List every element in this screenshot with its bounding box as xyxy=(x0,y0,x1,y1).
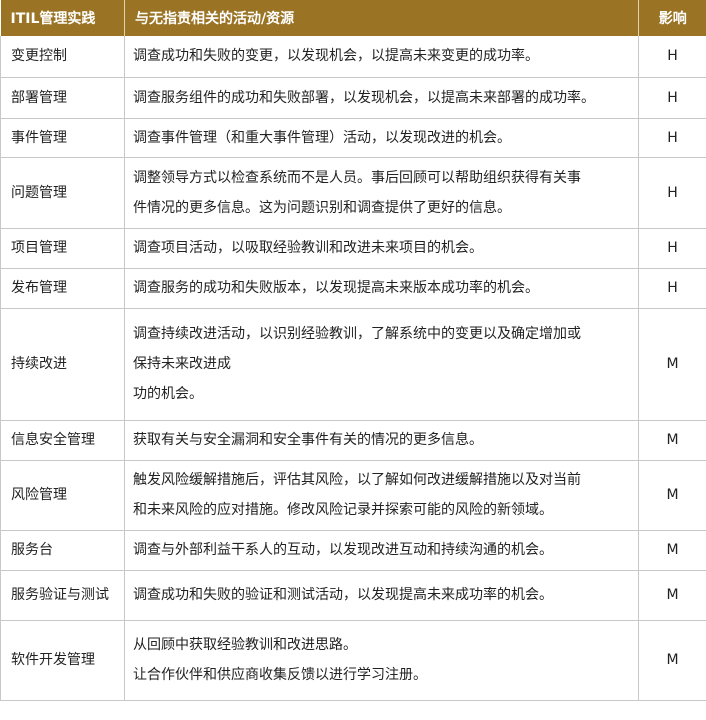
description-line: 调查服务的成功和失败版本，以发现提高未来版本成功率的机会。 xyxy=(133,280,539,296)
description-line: 触发风险缓解措施后，评估其风险，以了解如何改进缓解措施以及对当前 xyxy=(133,472,581,488)
practice-cell: 服务验证与测试 xyxy=(0,570,125,621)
description-cell: 调查成功和失败的验证和测试活动，以发现提高未来成功率的机会。 xyxy=(124,570,639,621)
table-body: 变更控制 调查成功和失败的变更，以发现机会，以提高未来变更的成功率。 H 部署管理 调查… xyxy=(0,36,706,701)
header-impact: 影响 xyxy=(638,0,706,36)
practice-cell: 部署管理 xyxy=(0,77,125,119)
impact-cell: H xyxy=(638,36,706,78)
impact-cell: H xyxy=(638,268,706,309)
practice-cell: 风险管理 xyxy=(0,460,125,531)
table-row: 持续改进 调查持续改进活动，以识别经验教训，了解系统中的变更以及确定增加或 保持未来… xyxy=(0,308,706,421)
table-row: 软件开发管理 从回顾中获取经验教训和改进思路。让合作伙伴和供应商收集反馈以进行学习… xyxy=(0,620,706,701)
impact-cell: M xyxy=(638,420,706,461)
table-row: 项目管理 调查项目活动，以吸取经验教训和改进未来项目的机会。 H xyxy=(0,228,706,269)
impact-cell: H xyxy=(638,77,706,119)
description-cell: 获取有关与安全漏洞和安全事件有关的情况的更多信息。 xyxy=(124,420,639,461)
description-line: 调查服务组件的成功和失败部署，以发现机会，以提高未来部署的成功率。 xyxy=(133,89,595,106)
description-cell: 调整领导方式以检查系统而不是人员。事后回顾可以帮助组织获得有关事 件情况的更多信息… xyxy=(124,157,639,229)
description-line: 从回顾中获取经验教训和改进思路。 xyxy=(133,637,357,653)
description-cell: 调查服务的成功和失败版本，以发现提高未来版本成功率的机会。 xyxy=(124,268,639,309)
practice-cell: 项目管理 xyxy=(0,228,125,269)
description-cell: 调查与外部利益干系人的互动，以发现改进互动和持续沟通的机会。 xyxy=(124,530,639,571)
description-line: 让合作伙伴和供应商收集反馈以进行学习注册。 xyxy=(133,667,427,683)
table-row: 服务验证与测试 调查成功和失败的验证和测试活动，以发现提高未来成功率的机会。 M xyxy=(0,570,706,621)
table-row: 服务台 调查与外部利益干系人的互动，以发现改进互动和持续沟通的机会。 M xyxy=(0,530,706,571)
practice-cell: 问题管理 xyxy=(0,157,125,229)
table-row: 信息安全管理 获取有关与安全漏洞和安全事件有关的情况的更多信息。 M xyxy=(0,420,706,461)
description-line: 调整领导方式以检查系统而不是人员。事后回顾可以帮助组织获得有关事 xyxy=(133,169,581,186)
description-cell: 调查事件管理（和重大事件管理）活动，以发现改进的机会。 xyxy=(124,118,639,158)
practice-cell: 变更控制 xyxy=(0,36,125,78)
description-cell: 从回顾中获取经验教训和改进思路。让合作伙伴和供应商收集反馈以进行学习注册。 xyxy=(124,620,639,701)
description-cell: 调查项目活动，以吸取经验教训和改进未来项目的机会。 xyxy=(124,228,639,269)
impact-cell: M xyxy=(638,620,706,701)
description-line: 调查成功和失败的验证和测试活动，以发现提高未来成功率的机会。 xyxy=(133,587,553,603)
description-line: 获取有关与安全漏洞和安全事件有关的情况的更多信息。 xyxy=(133,432,483,448)
header-activities: 与无指责相关的活动/资源 xyxy=(124,0,639,36)
description-line: 调查事件管理（和重大事件管理）活动，以发现改进的机会。 xyxy=(133,129,511,146)
description-line: 调查项目活动，以吸取经验教训和改进未来项目的机会。 xyxy=(133,240,483,256)
description-line: 和未来风险的应对措施。修改风险记录并探索可能的风险的新领域。 xyxy=(133,502,553,518)
description-line: 调查与外部利益干系人的互动，以发现改进互动和持续沟通的机会。 xyxy=(133,542,553,558)
impact-cell: M xyxy=(638,570,706,621)
practice-cell: 服务台 xyxy=(0,530,125,571)
table-row: 问题管理 调整领导方式以检查系统而不是人员。事后回顾可以帮助组织获得有关事 件情况的… xyxy=(0,157,706,229)
practice-cell: 事件管理 xyxy=(0,118,125,158)
table-row: 风险管理 触发风险缓解措施后，评估其风险，以了解如何改进缓解措施以及对当前 和未来风… xyxy=(0,460,706,531)
practice-cell: 信息安全管理 xyxy=(0,420,125,461)
description-cell: 调查成功和失败的变更，以发现机会，以提高未来变更的成功率。 xyxy=(124,36,639,78)
description-cell: 调查服务组件的成功和失败部署，以发现机会，以提高未来部署的成功率。 xyxy=(124,77,639,119)
description-cell: 调查持续改进活动，以识别经验教训，了解系统中的变更以及确定增加或 保持未来改进成功… xyxy=(124,308,639,421)
practice-cell: 软件开发管理 xyxy=(0,620,125,701)
description-line: 调查持续改进活动，以识别经验教训，了解系统中的变更以及确定增加或 xyxy=(133,326,581,342)
description-line: 功的机会。 xyxy=(133,386,203,402)
description-cell: 触发风险缓解措施后，评估其风险，以了解如何改进缓解措施以及对当前 和未来风险的应对… xyxy=(124,460,639,531)
table-row: 发布管理 调查服务的成功和失败版本，以发现提高未来版本成功率的机会。 H xyxy=(0,268,706,309)
description-line: 调查成功和失败的变更，以发现机会，以提高未来变更的成功率。 xyxy=(133,48,539,65)
description-line: 件情况的更多信息。这为问题识别和调查提供了更好的信息。 xyxy=(133,199,511,216)
header-row: ITIL管理实践 与无指责相关的活动/资源 影响 xyxy=(0,0,706,36)
impact-cell: H xyxy=(638,157,706,229)
impact-cell: M xyxy=(638,308,706,421)
itil-practices-table: ITIL管理实践 与无指责相关的活动/资源 影响 变更控制 调查成功和失败的变更，… xyxy=(0,0,706,701)
impact-cell: M xyxy=(638,460,706,531)
table-row: 事件管理 调查事件管理（和重大事件管理）活动，以发现改进的机会。 H xyxy=(0,118,706,158)
impact-cell: H xyxy=(638,118,706,158)
practice-cell: 发布管理 xyxy=(0,268,125,309)
description-line: 保持未来改进成 xyxy=(133,356,231,372)
impact-cell: M xyxy=(638,530,706,571)
impact-cell: H xyxy=(638,228,706,269)
header-practice: ITIL管理实践 xyxy=(0,0,125,36)
practice-cell: 持续改进 xyxy=(0,308,125,421)
table-row: 变更控制 调查成功和失败的变更，以发现机会，以提高未来变更的成功率。 H xyxy=(0,36,706,78)
table-row: 部署管理 调查服务组件的成功和失败部署，以发现机会，以提高未来部署的成功率。 H xyxy=(0,77,706,119)
